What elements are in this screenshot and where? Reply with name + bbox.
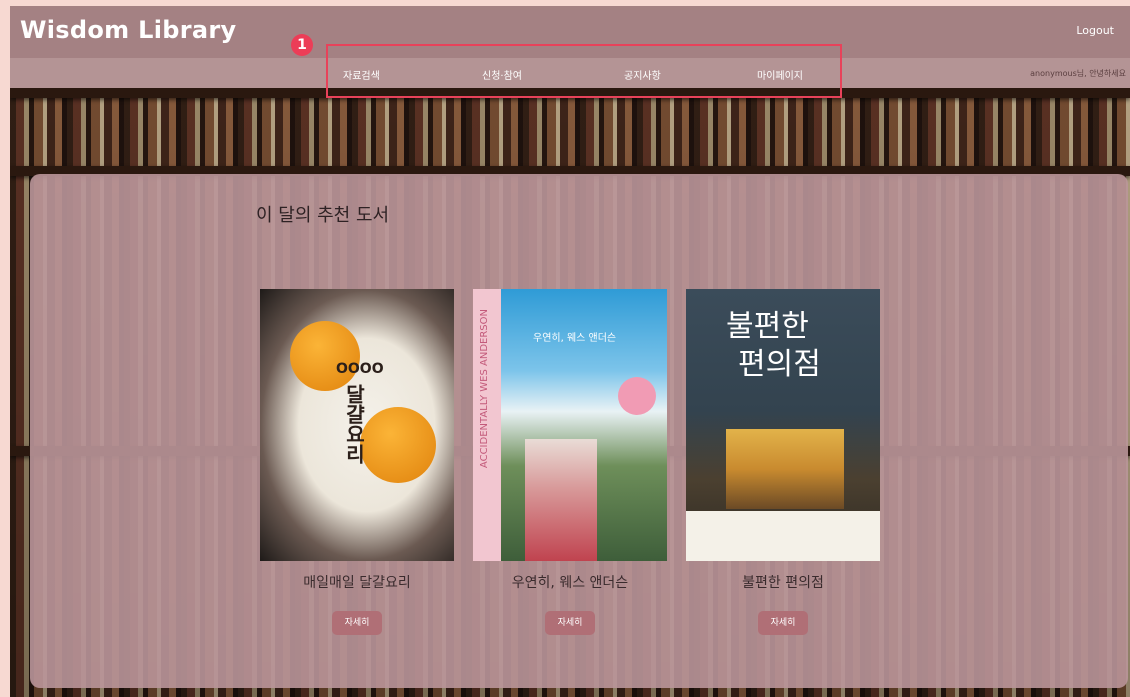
storefront — [726, 429, 844, 509]
book-cover[interactable]: ACCIDENTALLY WES ANDERSON 우연히, 웨스 앤더슨 — [473, 289, 667, 561]
book-card: ACCIDENTALLY WES ANDERSON 우연히, 웨스 앤더슨 우연… — [473, 289, 667, 635]
cover-sticker — [618, 377, 656, 415]
book-card: OOOO 달걀요리 매일매일 달걀요리 자세히 — [260, 289, 454, 635]
cover-title-line2: 편의점 — [738, 347, 821, 382]
book-cover[interactable]: 불편한 편의점 — [686, 289, 880, 561]
book-title[interactable]: 불편한 편의점 — [686, 572, 880, 592]
details-button[interactable]: 자세히 — [332, 611, 382, 635]
section-title: 이 달의 추천 도서 — [256, 205, 390, 226]
cover-spine-text: ACCIDENTALLY WES ANDERSON — [479, 309, 490, 469]
cover-title: 우연히, 웨스 앤더슨 — [533, 333, 617, 344]
cover-decoration: OOOO — [336, 361, 384, 377]
annotation-badge: 1 — [291, 34, 313, 56]
egg-yolk-icon — [290, 321, 360, 391]
book-card: 불편한 편의점 불편한 편의점 자세히 — [686, 289, 880, 635]
user-greeting: anonymous님, 안녕하세요 — [1030, 69, 1126, 78]
site-logo[interactable]: Wisdom Library — [20, 16, 236, 44]
book-cover[interactable]: OOOO 달걀요리 — [260, 289, 454, 561]
details-button[interactable]: 자세히 — [545, 611, 595, 635]
page-frame: Wisdom Library Logout 자료검색 신청·참여 공지사항 마이… — [10, 6, 1130, 697]
cover-blurb-box — [686, 511, 880, 561]
logout-link[interactable]: Logout — [1076, 24, 1114, 37]
annotation-highlight-box — [326, 44, 842, 98]
book-title[interactable]: 매일매일 달걀요리 — [260, 572, 454, 592]
recommended-books-panel: 이 달의 추천 도서 OOOO 달걀요리 매일매일 달걀요리 자세히 ACCID… — [30, 174, 1128, 688]
hotel-building — [525, 439, 597, 561]
book-title[interactable]: 우연히, 웨스 앤더슨 — [473, 572, 667, 592]
details-button[interactable]: 자세히 — [758, 611, 808, 635]
cover-title: 달걀요리 — [342, 384, 366, 464]
egg-yolk-icon — [360, 407, 436, 483]
